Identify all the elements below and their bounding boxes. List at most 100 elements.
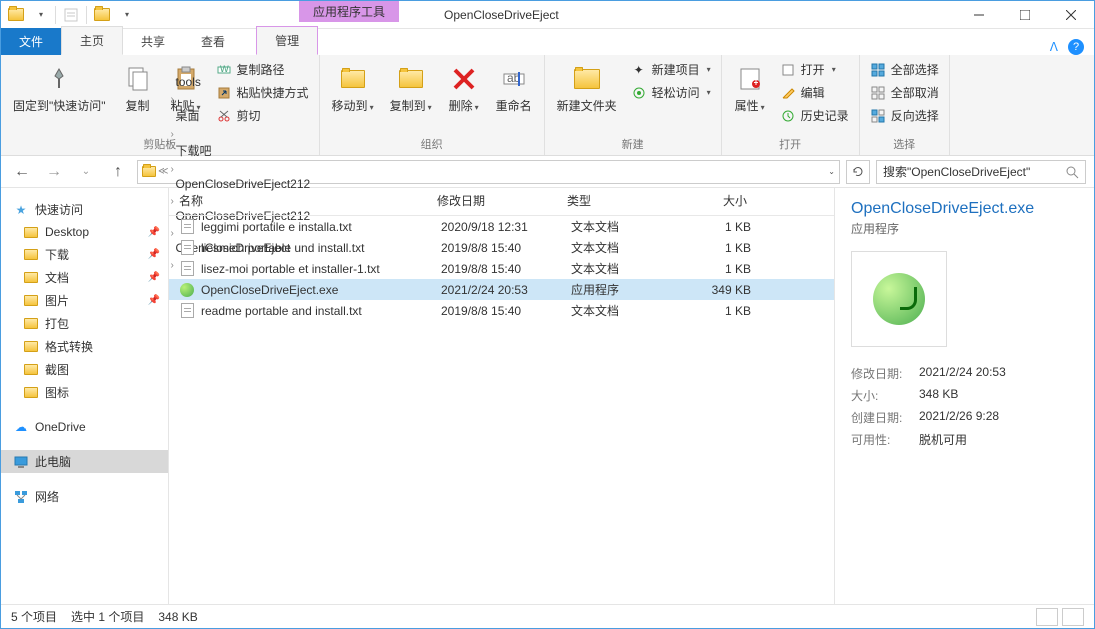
move-icon [337,63,369,95]
tab-view[interactable]: 查看 [183,28,243,55]
tab-share[interactable]: 共享 [123,28,183,55]
exe-icon [179,282,195,298]
text-file-icon [179,261,195,277]
help-icon[interactable]: ? [1068,39,1084,55]
chevron-right-icon[interactable]: › [170,164,173,175]
star-icon: ★ [13,202,29,218]
history-icon [780,108,796,124]
sidebar-item[interactable]: Desktop📌 [1,221,168,243]
search-input[interactable]: 搜索"OpenCloseDriveEject" [876,160,1086,184]
sidebar-item[interactable]: 图片📌 [1,289,168,312]
sidebar-onedrive[interactable]: ☁OneDrive [1,416,168,438]
properties-icon[interactable] [60,4,82,26]
file-row[interactable]: OpenCloseDriveEject.exe2021/2/24 20:53应用… [169,279,834,300]
text-file-icon [179,240,195,256]
qat-dropdown[interactable]: ▾ [29,4,51,26]
ribbon-tabs: 文件 主页 共享 查看 管理 ᐱ ? [1,29,1094,55]
ribbon: 固定到"快速访问" 复制 粘贴▾ w复制路径 粘贴快捷方式 剪切 剪贴板 移动到… [1,55,1094,156]
sidebar-item[interactable]: 截图 [1,358,168,381]
chevron-right-icon[interactable]: › [170,129,173,140]
group-select-label: 选择 [866,134,943,155]
sidebar-network[interactable]: 网络 [1,485,168,508]
view-details-button[interactable] [1036,608,1058,626]
move-to-button[interactable]: 移动到▾ [326,59,380,119]
col-name[interactable]: 名称 [179,192,437,209]
breadcrumb-item[interactable]: 下载吧 [170,140,315,161]
search-icon [1065,165,1079,179]
copy-button[interactable]: 复制 [116,59,160,117]
recent-dropdown[interactable]: ⌄ [73,159,99,185]
file-row[interactable]: leggimi portatile e installa.txt2020/9/1… [169,216,834,237]
pin-icon: 📌 [148,249,160,260]
details-pane: OpenCloseDriveEject.exe 应用程序 修改日期:2021/2… [834,188,1094,604]
address-bar[interactable]: ≪ tools›桌面›下载吧›OpenCloseDriveEject212›Op… [137,160,840,184]
new-item-icon: ✦ [631,62,647,78]
sidebar-item[interactable]: 打包 [1,312,168,335]
pin-quick-access-button[interactable]: 固定到"快速访问" [7,59,112,117]
delete-icon [448,63,480,95]
tab-home[interactable]: 主页 [61,26,123,55]
easy-access-button[interactable]: 轻松访问▾ [627,82,715,103]
tab-file[interactable]: 文件 [1,28,61,55]
new-folder-icon[interactable] [91,4,113,26]
folder-icon [23,339,39,355]
open-button[interactable]: 打开▾ [776,59,853,80]
col-date[interactable]: 修改日期 [437,192,567,209]
back-button[interactable]: ← [9,159,35,185]
history-button[interactable]: 历史记录 [776,105,853,126]
status-bar: 5 个项目 选中 1 个项目 348 KB [1,604,1094,628]
addr-folder-icon [142,166,156,177]
close-button[interactable] [1048,1,1094,29]
col-size[interactable]: 大小 [677,192,747,209]
collapse-ribbon-icon[interactable]: ᐱ [1050,40,1058,54]
sidebar-this-pc[interactable]: 此电脑 [1,450,168,473]
qat-chevron[interactable]: ▾ [115,4,137,26]
sidebar-item[interactable]: 下载📌 [1,243,168,266]
refresh-button[interactable] [846,160,870,184]
copyto-icon [395,63,427,95]
forward-button[interactable]: → [41,159,67,185]
addr-dropdown-icon[interactable]: ⌄ [828,167,835,176]
column-headers[interactable]: 名称 修改日期 类型 大小 [169,188,834,216]
select-none-button[interactable]: 全部取消 [866,82,943,103]
easy-access-icon [631,85,647,101]
breadcrumb-item[interactable]: 桌面 [170,105,315,126]
new-folder-icon [571,63,603,95]
title-bar: ▾ ▾ 应用程序工具 OpenCloseDriveEject [1,1,1094,29]
folder-icon[interactable] [5,4,27,26]
tab-manage[interactable]: 管理 [256,26,318,55]
delete-button[interactable]: 删除▾ [442,59,486,119]
chevron-right-icon[interactable]: › [170,94,173,105]
details-property: 可用性:脱机可用 [851,431,1078,448]
invert-icon [870,108,886,124]
select-all-button[interactable]: 全部选择 [866,59,943,80]
view-icons-button[interactable] [1062,608,1084,626]
folder-icon [23,293,39,309]
edit-button[interactable]: 编辑 [776,82,853,103]
invert-selection-button[interactable]: 反向选择 [866,105,943,126]
sidebar-quick-access[interactable]: ★快速访问 [1,198,168,221]
details-type: 应用程序 [851,220,1078,237]
sidebar-item[interactable]: 图标 [1,381,168,404]
properties-button[interactable]: 属性▾ [728,59,772,119]
copy-to-button[interactable]: 复制到▾ [384,59,438,119]
folder-icon [23,224,39,240]
pin-icon: 📌 [148,227,160,238]
copy-icon [122,63,154,95]
rename-button[interactable]: ab重命名 [490,59,538,117]
file-row[interactable]: lisez-moi portable et installer-1.txt201… [169,258,834,279]
minimize-button[interactable] [956,1,1002,29]
sidebar-item[interactable]: 格式转换 [1,335,168,358]
new-folder-button[interactable]: 新建文件夹 [551,59,623,117]
breadcrumb-item[interactable]: tools [170,73,315,91]
col-type[interactable]: 类型 [567,192,677,209]
file-row[interactable]: readme portable and install.txt2019/8/8 … [169,300,834,321]
maximize-button[interactable] [1002,1,1048,29]
new-item-button[interactable]: ✦新建项目▾ [627,59,715,80]
select-all-icon [870,62,886,78]
up-button[interactable]: ↑ [105,159,131,185]
context-tab-label: 应用程序工具 [299,1,399,22]
file-row[interactable]: liesmich portable und install.txt2019/8/… [169,237,834,258]
network-icon [13,489,29,505]
sidebar-item[interactable]: 文档📌 [1,266,168,289]
